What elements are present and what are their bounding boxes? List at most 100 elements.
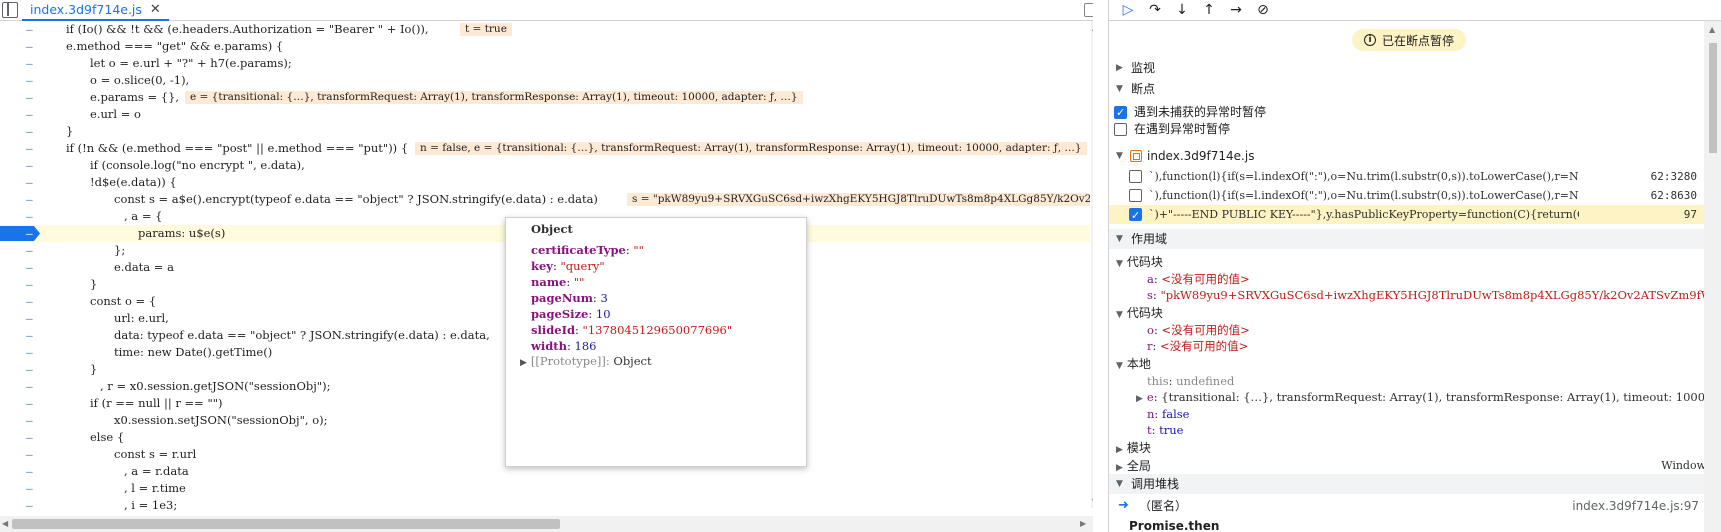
scope-var-t: t: true (1147, 423, 1184, 437)
scope-block-1[interactable]: ▼ 代码块 (1116, 254, 1163, 270)
line-gutter-marker[interactable]: – (26, 89, 33, 106)
resume-icon[interactable]: ▷ (1119, 2, 1137, 18)
breakpoint-file-label: index.3d9f714e.js (1147, 149, 1255, 163)
breakpoint-item[interactable]: `),function(l){if(s=l.indexOf(":"),o=Nu.… (1109, 167, 1709, 186)
line-gutter-marker[interactable]: – (26, 72, 33, 89)
line-gutter-marker[interactable]: – (26, 191, 33, 208)
property-value: "query" (560, 259, 605, 273)
section-watch[interactable]: ▶ 监视 (1109, 58, 1709, 78)
editor-horizontal-scrollbar[interactable]: ◀ ▶ (0, 516, 1093, 532)
scope-block-2[interactable]: ▼ 代码块 (1116, 305, 1163, 321)
callstack-frame[interactable]: ➜ （匿名） index.3d9f714e.js:97 (1109, 496, 1709, 516)
code-line[interactable]: – const s = a$e().encrypt(typeof e.data =… (0, 191, 1090, 208)
collapsed-triangle-icon: ▶ (1116, 63, 1123, 73)
toggle-navigator-icon[interactable] (2, 2, 18, 18)
code-line[interactable]: – if (Io() && !t && (e.headers.Authorizat… (0, 21, 1090, 38)
code-line[interactable]: – e.method === "get" && e.params) { (0, 38, 1090, 55)
code-line[interactable]: – if (console.log("no encrypt ", e.data), (0, 157, 1090, 174)
close-icon[interactable]: ✕ (150, 2, 161, 17)
breakpoint-file-group[interactable]: ▼ index.3d9f714e.js (1109, 146, 1709, 166)
code-line[interactable]: – e.url = o (0, 106, 1090, 123)
line-gutter-marker[interactable]: – (26, 310, 33, 327)
property-key: certificateType (531, 243, 626, 257)
line-gutter-marker[interactable]: – (26, 55, 33, 72)
breakpoint-checkbox[interactable] (1129, 206, 1142, 225)
step-icon[interactable]: → (1227, 2, 1245, 18)
pause-caught-checkbox[interactable] (1114, 123, 1127, 136)
line-gutter-marker[interactable]: – (26, 293, 33, 310)
line-gutter-marker[interactable]: – (26, 208, 33, 225)
scope-var-e[interactable]: ▶ e: {transitional: {…}, transformRequest… (1136, 389, 1708, 405)
line-gutter-marker[interactable]: – (26, 123, 33, 140)
line-gutter-marker[interactable]: – (26, 344, 33, 361)
line-gutter-marker[interactable]: – (26, 361, 33, 378)
editor-vertical-scrollbar[interactable]: ▲ ▼ (1091, 21, 1093, 508)
scope-var-key: t (1147, 423, 1152, 437)
property-value: "" (633, 243, 644, 257)
code-line[interactable]: – , i = 1e3; (0, 497, 1090, 514)
step-over-icon[interactable]: ↷ (1146, 2, 1164, 18)
prototype-row[interactable]: ▶ [[Prototype]]: Object (520, 353, 652, 369)
line-gutter-marker[interactable]: – (26, 412, 33, 429)
popover-property: key: "query" (531, 259, 605, 273)
code-line[interactable]: – o = o.slice(0, -1), (0, 72, 1090, 89)
code-text: let o = e.url + "?" + h7(e.params); (90, 56, 292, 70)
section-breakpoints[interactable]: ▼ 断点 (1109, 79, 1709, 99)
scope-global[interactable]: ▶ 全局 Window (1116, 458, 1706, 474)
code-line[interactable]: – let o = e.url + "?" + h7(e.params); (0, 55, 1090, 72)
file-tab[interactable]: index.3d9f714e.js ✕ (22, 0, 169, 21)
line-gutter-marker[interactable]: – (26, 446, 33, 463)
line-gutter-marker[interactable]: – (26, 378, 33, 395)
line-gutter-marker[interactable]: – (26, 395, 33, 412)
line-gutter-marker[interactable]: – (26, 463, 33, 480)
breakpoint-item[interactable]: `)+"-----END PUBLIC KEY-----"},y.hasPubl… (1109, 205, 1709, 225)
line-gutter-marker[interactable]: – (26, 157, 33, 174)
scope-local[interactable]: ▼ 本地 (1116, 356, 1151, 372)
code-line[interactable]: – !d$e(e.data)) { (0, 174, 1090, 191)
pause-uncaught-checkbox[interactable] (1114, 104, 1127, 121)
breakpoint-item[interactable]: `),function(l){if(s=l.indexOf(":"),o=Nu.… (1109, 186, 1709, 205)
line-gutter-marker[interactable]: – (26, 327, 33, 344)
collapsed-triangle-icon[interactable]: ▶ (1136, 394, 1143, 404)
scroll-up-icon[interactable]: ▲ (1092, 23, 1093, 32)
expanded-triangle-icon: ▼ (1116, 479, 1123, 489)
scope-module[interactable]: ▶ 模块 (1116, 440, 1151, 456)
scroll-down-icon[interactable]: ▼ (1092, 497, 1093, 506)
expand-triangle-icon[interactable]: ▶ (520, 358, 527, 368)
deactivate-breakpoints-icon[interactable]: ⊘ (1254, 2, 1272, 18)
scrollbar-thumb[interactable] (1709, 43, 1717, 153)
line-gutter-marker[interactable]: – (26, 225, 33, 242)
scrollbar-thumb[interactable] (12, 519, 560, 529)
code-line[interactable]: – e.params = {}, e = {transitional: {…}, t… (0, 89, 1090, 106)
toggle-debugger-icon[interactable] (1084, 3, 1093, 17)
scroll-left-icon[interactable]: ◀ (2, 519, 8, 528)
step-into-icon[interactable]: ↓ (1173, 2, 1191, 18)
code-line[interactable]: –} (0, 123, 1090, 140)
section-callstack[interactable]: ▼ 调用堆栈 (1109, 474, 1709, 494)
code-text: o = o.slice(0, -1), (90, 73, 190, 87)
code-line[interactable]: – , l = r.time (0, 480, 1090, 497)
line-gutter-marker[interactable]: – (26, 21, 33, 38)
sidebar-vertical-scrollbar[interactable]: ▲ (1704, 21, 1721, 532)
line-gutter-marker[interactable]: – (26, 242, 33, 259)
line-gutter-marker[interactable]: – (26, 276, 33, 293)
section-scope[interactable]: ▼ 作用域 (1109, 229, 1709, 249)
breakpoint-checkbox[interactable] (1129, 189, 1142, 202)
line-gutter-marker[interactable]: – (26, 259, 33, 276)
scroll-right-icon[interactable]: ▶ (1080, 519, 1086, 528)
line-gutter-marker[interactable]: – (26, 497, 33, 514)
active-breakpoint-marker[interactable] (0, 226, 40, 241)
step-out-icon[interactable]: ↑ (1200, 2, 1218, 18)
code-line[interactable]: – if (!n && (e.method === "post" || e.met… (0, 140, 1090, 157)
line-gutter-marker[interactable]: – (26, 429, 33, 446)
line-gutter-marker[interactable]: – (26, 140, 33, 157)
pause-caught-label: 在遇到异常时暂停 (1134, 122, 1231, 136)
breakpoint-checkbox[interactable] (1129, 170, 1142, 183)
callstack-frame-location[interactable]: index.3d9f714e.js:97 (1572, 496, 1699, 516)
line-gutter-marker[interactable]: – (26, 174, 33, 191)
scroll-up-icon[interactable]: ▲ (1709, 25, 1715, 34)
code-text: e.params = {}, (90, 90, 180, 104)
line-gutter-marker[interactable]: – (26, 38, 33, 55)
line-gutter-marker[interactable]: – (26, 480, 33, 497)
line-gutter-marker[interactable]: – (26, 106, 33, 123)
